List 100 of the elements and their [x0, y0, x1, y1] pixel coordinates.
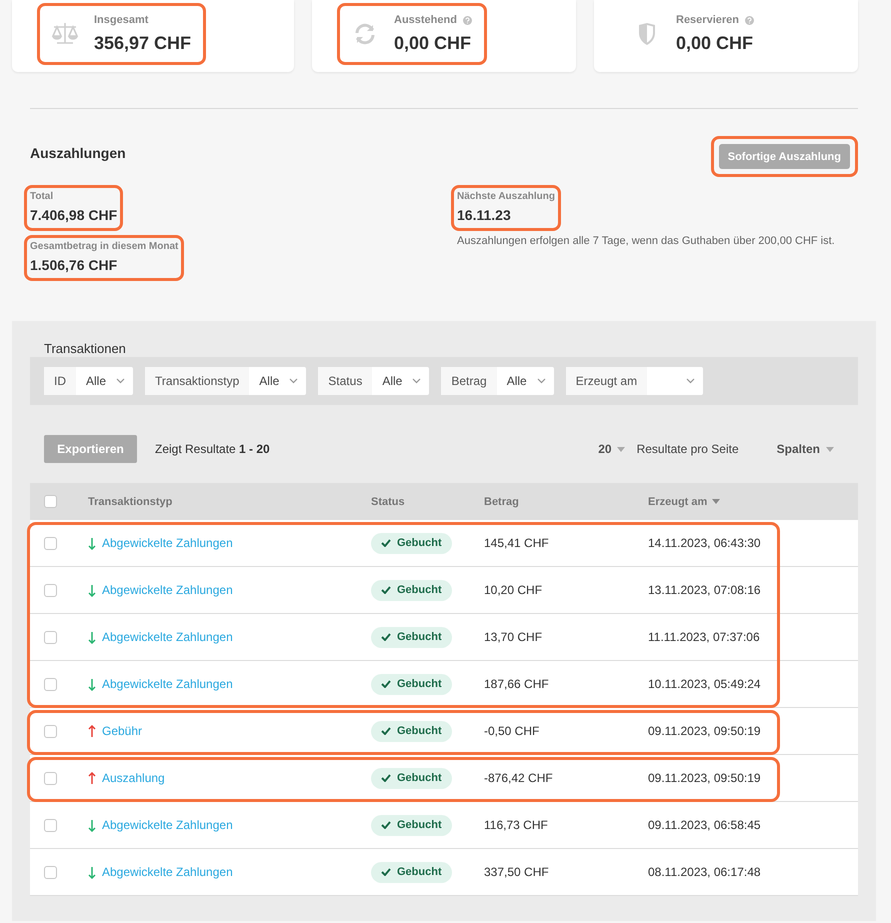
- date-cell-text: 14.11.2023, 06:43:30: [648, 536, 762, 550]
- page-size-label: Resultate pro Seite: [636, 442, 739, 456]
- amount-cell-text: 10,20 CHF: [484, 583, 544, 597]
- card-label: Reservieren: [676, 14, 739, 26]
- amount-cell-text: 13,70 CHF: [484, 630, 544, 644]
- caret-icon: [826, 446, 834, 452]
- payout-note: Auszahlungen erfolgen alle 7 Tage, wenn das Guthaben über 200,00 CHF ist.: [457, 235, 835, 247]
- chevron-icon: [686, 378, 696, 384]
- transaction-type-link[interactable]: Gebühr: [102, 724, 142, 738]
- status-badge: Gebucht: [371, 626, 452, 648]
- checkbox[interactable]: [44, 630, 57, 644]
- filter-dropdown[interactable]: Transaktionstyp Alle: [145, 367, 306, 395]
- section-title: Auszahlungen: [30, 144, 126, 160]
- filter-value: Alle: [506, 374, 527, 388]
- filter-value: Alle: [86, 374, 106, 388]
- page-size-value: 20: [598, 442, 612, 456]
- arrow-down-icon: [88, 536, 96, 550]
- date-cell-text: 09.11.2023, 09:50:19: [648, 724, 762, 738]
- arrow-up-icon: [88, 724, 96, 738]
- status-badge: Gebucht: [371, 580, 452, 600]
- page-size-dropdown[interactable]: 20: [598, 442, 625, 456]
- filter-label: Status: [318, 367, 372, 395]
- checkbox[interactable]: [44, 866, 57, 878]
- stat-label: Total: [30, 191, 54, 202]
- payout-button[interactable]: Sofortige Auszahlung: [718, 144, 850, 169]
- arrow-down-icon: [88, 818, 96, 832]
- status-badge: Gebucht: [371, 862, 452, 882]
- checkbox[interactable]: [44, 818, 57, 832]
- status-badge: Gebucht: [371, 768, 452, 788]
- transaction-type-link[interactable]: Abgewickelte Zahlungen: [102, 583, 233, 597]
- transaction-type-link[interactable]: Abgewickelte Zahlungen: [102, 630, 233, 644]
- columns-label: Spalten: [776, 442, 820, 456]
- column-header[interactable]: Betrag: [484, 496, 648, 508]
- date-cell-text: 09.11.2023, 09:50:19: [648, 771, 762, 785]
- checkbox[interactable]: [44, 678, 57, 690]
- chevron-icon: [536, 378, 546, 384]
- checkbox[interactable]: [44, 772, 57, 784]
- column-header[interactable]: Status: [371, 496, 484, 508]
- checkbox[interactable]: [44, 495, 57, 508]
- amount-cell-text: 145,41 CHF: [484, 536, 550, 550]
- refresh-icon: [353, 22, 377, 46]
- checkbox[interactable]: [44, 536, 57, 550]
- status-badge: Gebucht: [371, 720, 452, 742]
- amount-cell-text: 187,66 CHF: [484, 677, 550, 691]
- checkbox[interactable]: [44, 724, 57, 738]
- date-cell-text: 10.11.2023, 05:49:24: [648, 677, 762, 691]
- transaction-type-link[interactable]: Abgewickelte Zahlungen: [102, 677, 233, 691]
- help-icon[interactable]: [745, 16, 754, 24]
- checkbox[interactable]: [44, 584, 57, 596]
- filter-dropdown[interactable]: ID Alle: [44, 367, 134, 395]
- card-value: 356,97 CHF: [94, 33, 192, 54]
- filter-label: Transaktionstyp: [145, 367, 250, 395]
- arrow-down-icon: [88, 678, 96, 690]
- caret-icon: [616, 446, 625, 452]
- card-label: Ausstehend: [394, 14, 457, 26]
- panel-title: Transaktionen: [43, 340, 127, 357]
- columns-dropdown[interactable]: Spalten: [776, 442, 834, 456]
- chevron-icon: [412, 378, 422, 384]
- date-cell-text: 13.11.2023, 07:08:16: [648, 583, 762, 597]
- date-cell-text: 08.11.2023, 06:17:48: [648, 865, 762, 879]
- filter-label: ID: [44, 367, 76, 395]
- chevron-icon: [289, 378, 298, 384]
- shield-icon: [637, 22, 657, 46]
- stat-value: 16.11.23: [457, 207, 512, 223]
- filter-label: Betrag: [441, 367, 497, 395]
- chevron-icon: [116, 378, 126, 384]
- filter-dropdown[interactable]: Erzeugt am: [566, 367, 704, 395]
- transaction-type-link[interactable]: Abgewickelte Zahlungen: [102, 865, 233, 879]
- status-badge: Gebucht: [371, 814, 452, 836]
- filter-dropdown[interactable]: Status Alle: [318, 367, 430, 395]
- filter-dropdown[interactable]: Betrag Alle: [441, 367, 554, 395]
- column-header[interactable]: Transaktionstyp: [88, 496, 371, 508]
- arrow-down-icon: [88, 630, 96, 644]
- arrow-down-icon: [88, 866, 96, 878]
- transaction-type-link[interactable]: Abgewickelte Zahlungen: [102, 818, 233, 832]
- amount-cell-text: 116,73 CHF: [484, 818, 549, 832]
- results-text: Zeigt Resultate 1 - 20: [155, 442, 270, 456]
- status-badge: Gebucht: [371, 674, 452, 694]
- stat-label: Gesamtbetrag in diesem Monat: [30, 241, 178, 252]
- arrow-up-icon: [88, 772, 96, 784]
- amount-cell-text: 337,50 CHF: [484, 865, 550, 879]
- amount-cell-text: -876,42 CHF: [484, 771, 554, 785]
- filter-value: Alle: [259, 374, 280, 388]
- filter-value: Alle: [382, 374, 402, 388]
- export-button[interactable]: Exportieren: [44, 435, 137, 463]
- help-icon[interactable]: [462, 16, 472, 24]
- column-header[interactable]: Erzeugt am: [648, 496, 708, 508]
- stat-label: Nächste Auszahlung: [457, 191, 555, 202]
- transaction-type-link[interactable]: Abgewickelte Zahlungen: [102, 536, 233, 550]
- scale-icon: [51, 21, 79, 47]
- stat-value: 1.506,76 CHF: [30, 257, 118, 273]
- card-label: Insgesamt: [94, 14, 148, 26]
- stat-value: 7.406,98 CHF: [30, 207, 118, 223]
- date-cell-text: 11.11.2023, 07:37:06: [648, 630, 761, 644]
- amount-cell-text: -0,50 CHF: [484, 724, 540, 738]
- date-cell-text: 09.11.2023, 06:58:45: [648, 818, 762, 832]
- arrow-down-icon: [88, 584, 96, 596]
- filter-label: Erzeugt am: [566, 367, 648, 395]
- transaction-type-link[interactable]: Auszahlung: [102, 771, 165, 785]
- card-value: 0,00 CHF: [394, 33, 472, 54]
